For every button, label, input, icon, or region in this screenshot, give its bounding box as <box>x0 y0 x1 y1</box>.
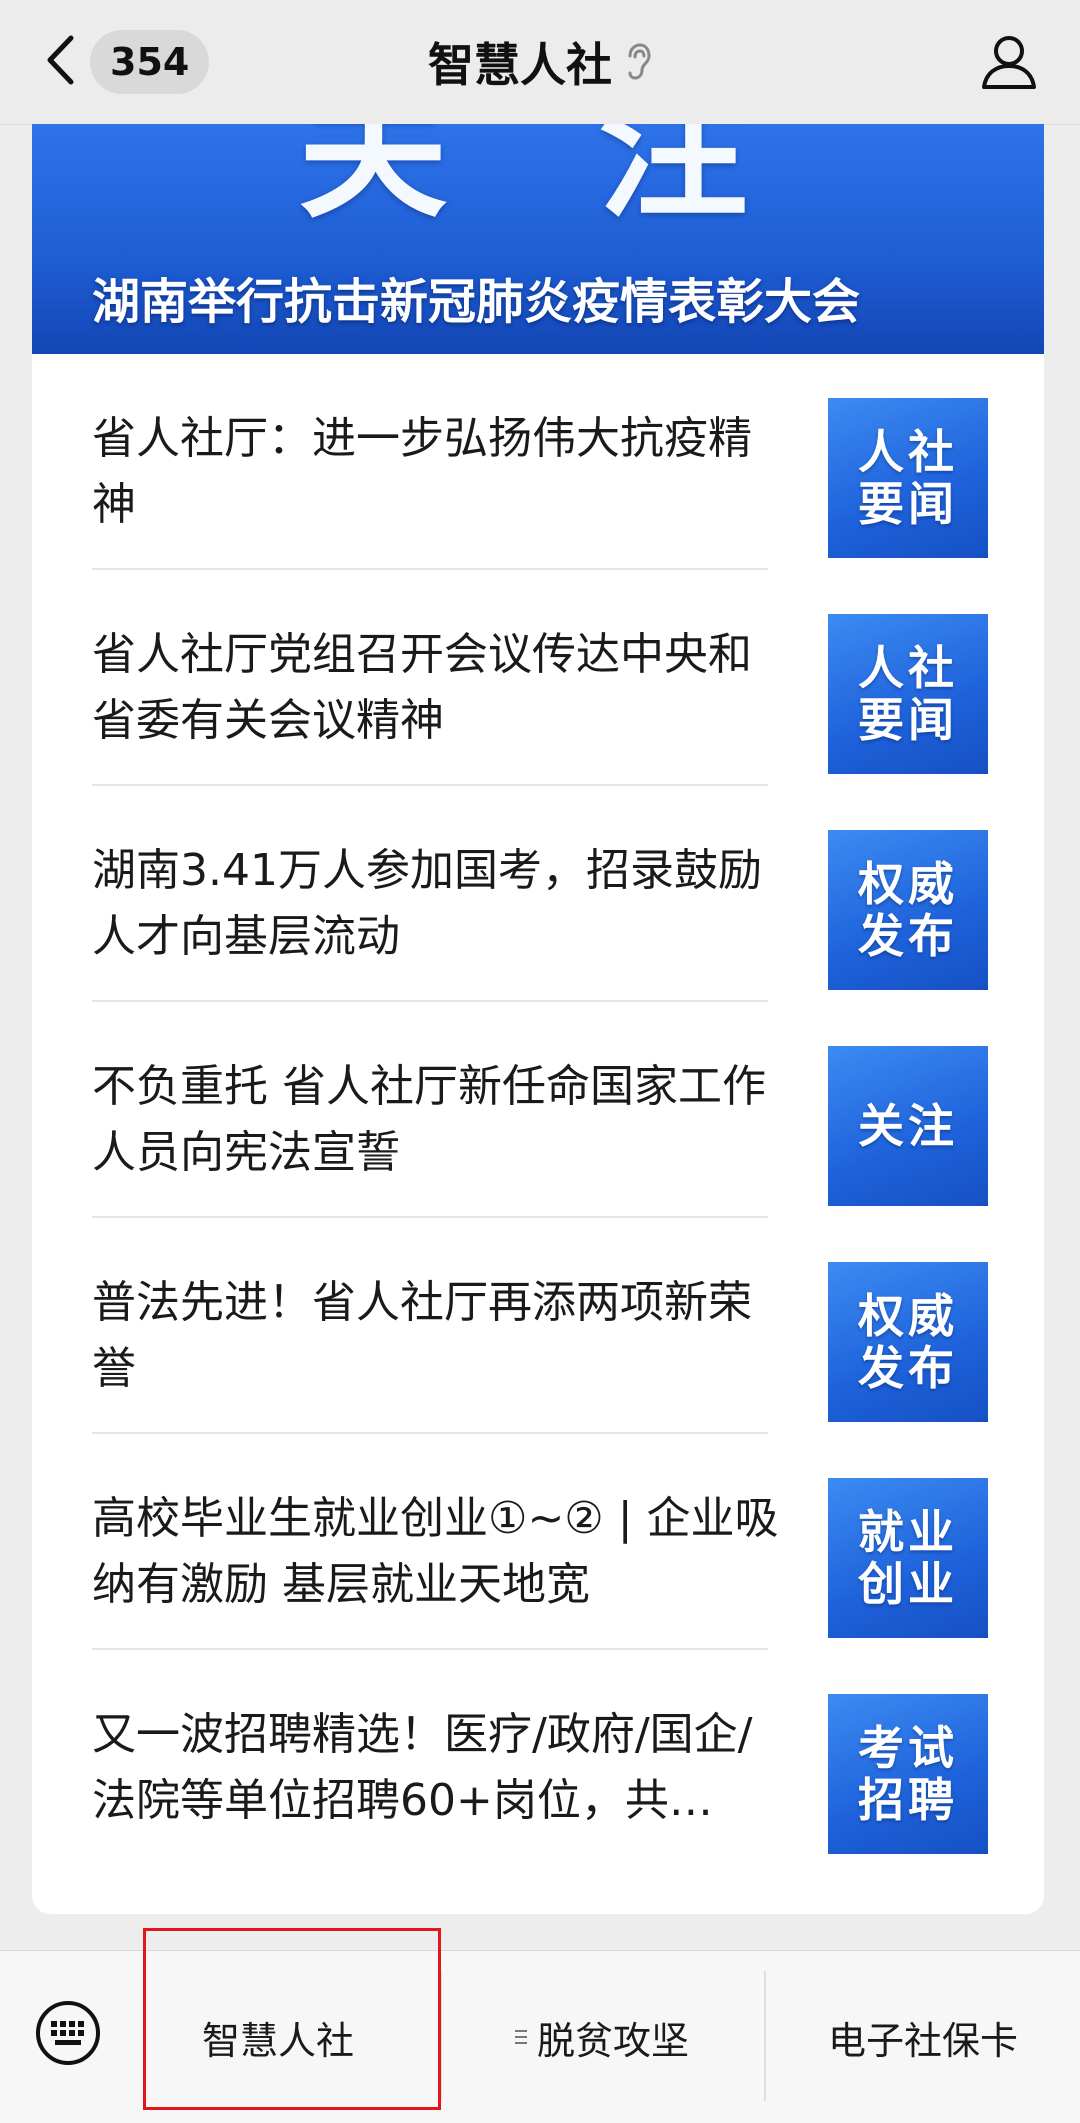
article-card: 关注 湖南举行抗击新冠肺炎疫情表彰大会 省人社厅：进一步弘扬伟大抗疫精神 人社要… <box>32 124 1044 1914</box>
thumbnail-tag: 考试招聘 <box>858 1721 958 1827</box>
thumbnail-tag: 人社要闻 <box>858 641 958 747</box>
news-thumbnail: 权威发布 <box>828 830 988 990</box>
keyboard-icon <box>36 2001 100 2065</box>
news-title: 高校毕业生就业创业①~② | 企业吸纳有激励 基层就业天地宽 <box>92 1493 779 1610</box>
profile-button[interactable] <box>976 28 1042 94</box>
news-item[interactable]: 省人社厅党组召开会议传达中央和省委有关会议精神 人社要闻 <box>32 570 1044 786</box>
title-container: 智慧人社 <box>0 24 1080 100</box>
news-item[interactable]: 又一波招聘精选！医疗/政府/国企/法院等单位招聘60+岗位，共… 考试招聘 <box>32 1650 1044 1866</box>
news-thumbnail: 考试招聘 <box>828 1694 988 1854</box>
thumbnail-tag: 权威发布 <box>858 857 958 963</box>
submenu-icon <box>514 2030 527 2044</box>
news-title: 又一波招聘精选！医疗/政府/国企/法院等单位招聘60+岗位，共… <box>92 1709 753 1826</box>
news-item[interactable]: 不负重托 省人社厅新任命国家工作人员向宪法宣誓 关注 <box>32 1002 1044 1218</box>
menu-label: 脱贫攻坚 <box>536 2018 689 2063</box>
news-title: 湖南3.41万人参加国考，招录鼓励人才向基层流动 <box>92 845 762 962</box>
highlight-annotation <box>143 1928 441 2110</box>
news-item[interactable]: 高校毕业生就业创业①~② | 企业吸纳有激励 基层就业天地宽 就业创业 <box>32 1434 1044 1650</box>
thumbnail-tag: 权威发布 <box>858 1289 958 1395</box>
keyboard-toggle-button[interactable] <box>28 1993 108 2073</box>
news-title: 省人社厅党组召开会议传达中央和省委有关会议精神 <box>92 629 752 746</box>
news-thumbnail: 人社要闻 <box>828 614 988 774</box>
thumbnail-tag: 就业创业 <box>858 1505 958 1611</box>
person-icon <box>982 36 1036 89</box>
ear-icon <box>628 43 651 80</box>
menu-item-e-social-card[interactable]: 电子社保卡 <box>766 1951 1080 2123</box>
top-nav-bar: 354 智慧人社 <box>0 0 1080 125</box>
news-thumbnail: 权威发布 <box>828 1262 988 1422</box>
banner-big-text: 关注 <box>297 124 898 239</box>
news-item[interactable]: 湖南3.41万人参加国考，招录鼓励人才向基层流动 权威发布 <box>32 786 1044 1002</box>
news-thumbnail: 人社要闻 <box>828 398 988 558</box>
news-thumbnail: 就业创业 <box>828 1478 988 1638</box>
news-list: 省人社厅：进一步弘扬伟大抗疫精神 人社要闻 省人社厅党组召开会议传达中央和省委有… <box>32 354 1044 1866</box>
headline-banner[interactable]: 关注 湖南举行抗击新冠肺炎疫情表彰大会 <box>32 124 1044 354</box>
menu-label: 电子社保卡 <box>827 2018 1018 2063</box>
thumbnail-tag: 关注 <box>858 1099 958 1153</box>
thumbnail-tag: 人社要闻 <box>858 425 958 531</box>
menu-item-poverty-alleviation[interactable]: 脱贫攻坚 <box>440 1951 764 2123</box>
page-title: 智慧人社 <box>428 38 612 92</box>
news-title: 省人社厅：进一步弘扬伟大抗疫精神 <box>92 413 752 530</box>
news-item[interactable]: 普法先进！省人社厅再添两项新荣誉 权威发布 <box>32 1218 1044 1434</box>
news-thumbnail: 关注 <box>828 1046 988 1206</box>
news-title: 普法先进！省人社厅再添两项新荣誉 <box>92 1277 752 1394</box>
news-title: 不负重托 省人社厅新任命国家工作人员向宪法宣誓 <box>92 1061 766 1178</box>
banner-caption: 湖南举行抗击新冠肺炎疫情表彰大会 <box>92 274 861 330</box>
news-item[interactable]: 省人社厅：进一步弘扬伟大抗疫精神 人社要闻 <box>32 354 1044 570</box>
